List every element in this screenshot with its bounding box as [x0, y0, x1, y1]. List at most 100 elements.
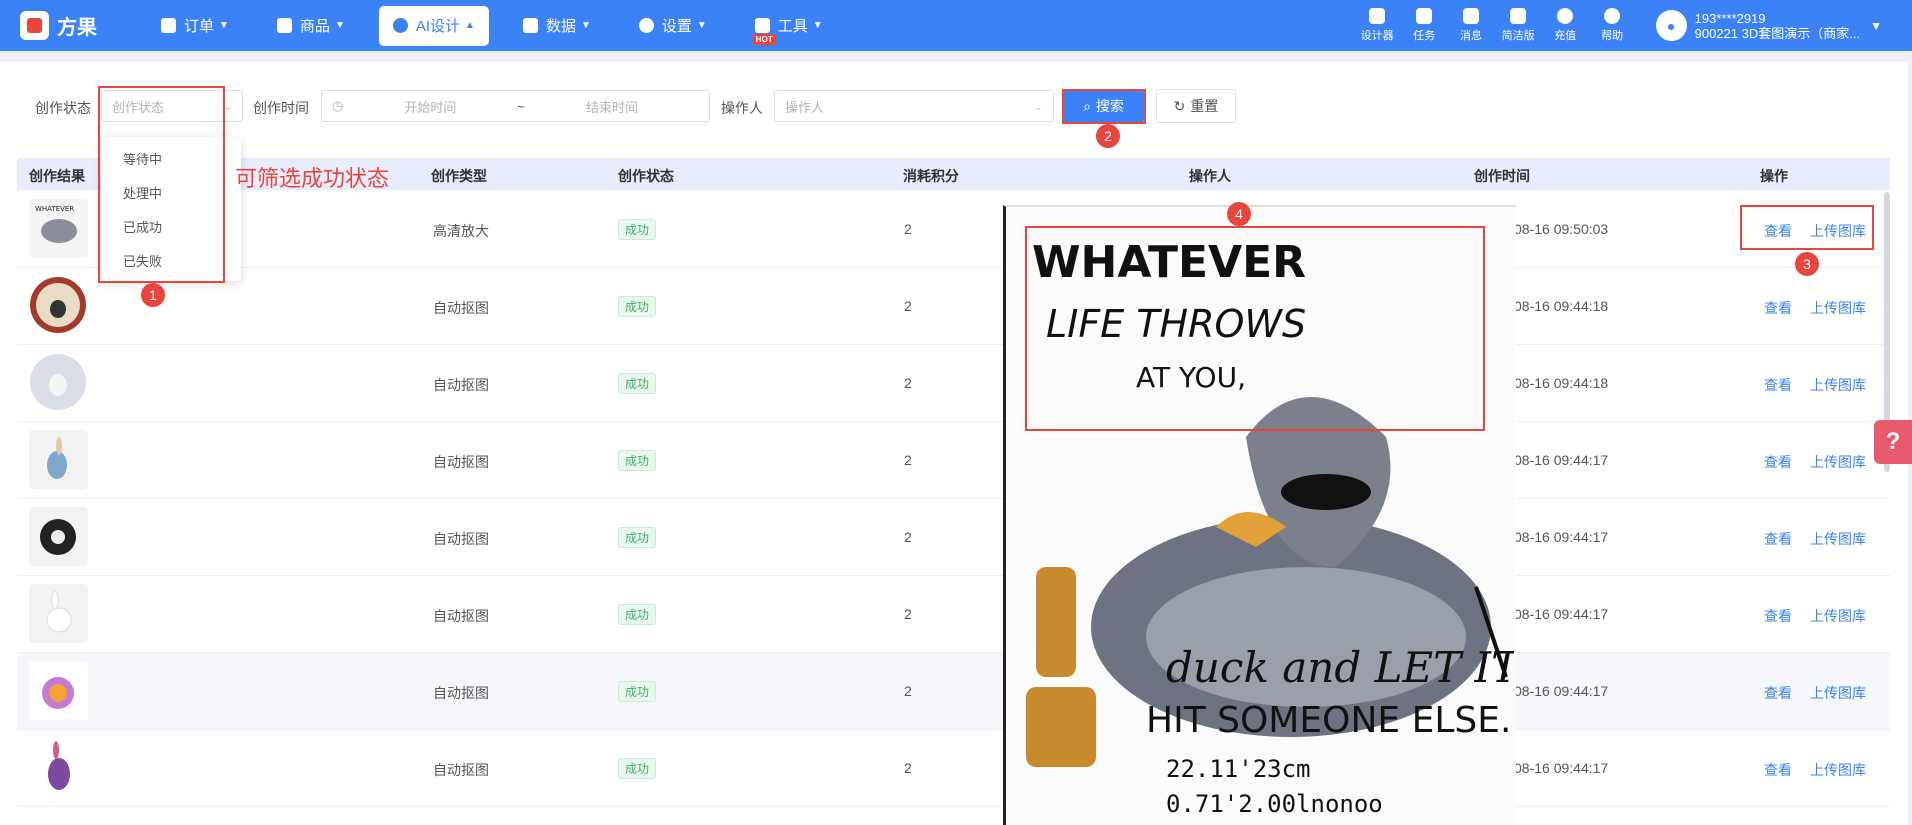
- type-cell: 自动抠图: [433, 762, 489, 778]
- time-cell: 08-16 09:44:17: [1514, 529, 1609, 545]
- preview-line-5: HIT SOMEONE ELSE.: [1146, 700, 1511, 741]
- tool-simple-mode[interactable]: 简洁版: [1495, 8, 1542, 43]
- result-thumbnail[interactable]: [29, 661, 88, 720]
- type-cell: 自动抠图: [433, 300, 489, 316]
- tool-label: 简洁版: [1501, 30, 1535, 42]
- result-thumbnail[interactable]: WHATEVER: [29, 199, 88, 258]
- tool-label: 消息: [1460, 30, 1483, 42]
- upload-gallery-link[interactable]: 上传图库: [1810, 375, 1866, 395]
- view-link[interactable]: 查看: [1764, 760, 1792, 780]
- upload-gallery-link[interactable]: 上传图库: [1810, 760, 1866, 780]
- gear-icon: [392, 18, 408, 33]
- time-cell: 08-16 09:44:18: [1514, 298, 1609, 314]
- nav-products[interactable]: 商品 ▼: [263, 6, 359, 46]
- view-link[interactable]: 查看: [1764, 452, 1792, 472]
- tool-messages[interactable]: 消息: [1448, 8, 1495, 43]
- nav-ai-design[interactable]: AI设计 ▲: [378, 5, 489, 46]
- avatar: ●: [1655, 10, 1687, 41]
- type-cell: 自动抠图: [433, 454, 489, 470]
- clock-icon: ◷: [332, 98, 344, 113]
- table-row: 自动抠图 成功 2 查看 上传图库: [17, 576, 1890, 653]
- result-thumbnail[interactable]: [29, 430, 88, 489]
- time-cell: 08-16 09:44:18: [1514, 375, 1609, 391]
- caret-down-icon: ▼: [219, 20, 229, 31]
- operator-select[interactable]: 操作人 ⌄: [774, 90, 1054, 122]
- header-operator: 操作人: [1189, 168, 1231, 184]
- time-label: 创作时间: [253, 100, 309, 116]
- brand[interactable]: 方果: [20, 11, 97, 40]
- tool-label: 充值: [1554, 30, 1577, 42]
- type-cell: 自动抠图: [433, 531, 489, 547]
- nav-data[interactable]: 数据 ▼: [509, 6, 605, 46]
- table-body: WHATEVER 高清放大 成功 2 查看 上传图库 自动抠图 成功 2 查看 …: [17, 191, 1890, 825]
- nav-orders[interactable]: 订单 ▼: [147, 6, 243, 46]
- view-link[interactable]: 查看: [1764, 529, 1792, 549]
- time-cell: 08-16 09:50:03: [1514, 221, 1609, 237]
- user-phone: 193****2919: [1694, 10, 1766, 26]
- result-thumbnail[interactable]: [29, 738, 88, 797]
- time-cell: 08-16 09:44:17: [1514, 683, 1609, 699]
- result-thumbnail[interactable]: [29, 276, 88, 335]
- svg-text:WHATEVER: WHATEVER: [35, 205, 74, 213]
- nav-tools[interactable]: HOT 工具 ▼: [741, 6, 837, 46]
- type-cell: 高清放大: [433, 223, 489, 239]
- date-range-picker[interactable]: ◷ 开始时间 ~ 结束时间: [321, 90, 710, 122]
- nav-label: 设置: [661, 18, 692, 35]
- header-points: 消耗积分: [903, 168, 959, 184]
- bag-icon: [276, 18, 292, 33]
- caret-down-icon: ▼: [334, 20, 345, 31]
- caret-down-icon: ▼: [580, 20, 591, 31]
- caret-down-icon: ▼: [812, 20, 823, 31]
- header-type: 创作类型: [431, 168, 487, 184]
- help-float-button[interactable]: ?: [1874, 420, 1912, 464]
- time-cell: 08-16 09:44:17: [1514, 606, 1609, 622]
- upload-gallery-link[interactable]: 上传图库: [1810, 298, 1866, 318]
- upload-gallery-link[interactable]: 上传图库: [1810, 529, 1866, 549]
- question-icon: [1604, 8, 1621, 24]
- brand-name: 方果: [57, 17, 97, 39]
- nav-settings[interactable]: 设置 ▼: [625, 6, 721, 46]
- annotation-box-3: [1740, 205, 1874, 250]
- user-account: 900221 3D套图演示（商家...: [1694, 25, 1861, 41]
- gear-icon: [638, 18, 654, 33]
- tool-recharge[interactable]: 充值: [1542, 8, 1589, 43]
- end-time-input[interactable]: 结束时间: [586, 97, 638, 116]
- start-time-input[interactable]: 开始时间: [404, 97, 456, 116]
- status-badge: 成功: [618, 527, 657, 548]
- status-badge: 成功: [618, 758, 657, 779]
- status-label: 创作状态: [35, 100, 91, 116]
- result-thumbnail[interactable]: [29, 507, 88, 566]
- tool-label: 设计器: [1360, 30, 1394, 42]
- tool-help[interactable]: 帮助: [1589, 8, 1636, 43]
- points-cell: 2: [904, 298, 912, 314]
- caret-down-icon: ▼: [696, 20, 707, 31]
- points-cell: 2: [904, 375, 912, 391]
- hot-badge: HOT: [752, 33, 776, 45]
- view-link[interactable]: 查看: [1764, 375, 1792, 395]
- status-badge: 成功: [618, 219, 657, 240]
- status-badge: 成功: [618, 604, 657, 625]
- tool-tasks[interactable]: 任务: [1401, 8, 1448, 43]
- reset-button[interactable]: ↻ 重置: [1156, 89, 1236, 123]
- chat-icon: [1463, 8, 1480, 24]
- tool-designer[interactable]: 设计器: [1354, 8, 1401, 43]
- upload-gallery-link[interactable]: 上传图库: [1810, 606, 1866, 626]
- view-link[interactable]: 查看: [1764, 298, 1792, 318]
- preview-line-6: 22.11'23cm: [1166, 755, 1311, 783]
- upload-gallery-link[interactable]: 上传图库: [1810, 683, 1866, 703]
- result-thumbnail[interactable]: [29, 584, 88, 643]
- refresh-icon: ↻: [1173, 97, 1186, 114]
- view-link[interactable]: 查看: [1764, 683, 1792, 703]
- table-row: 自动抠图 成功 2 查看 上传图库: [17, 653, 1890, 730]
- grid-icon: [1416, 8, 1433, 24]
- nav-label: 订单: [184, 18, 215, 35]
- result-thumbnail[interactable]: [29, 353, 88, 412]
- status-badge: 成功: [618, 681, 657, 702]
- type-cell: 自动抠图: [433, 377, 489, 393]
- upload-gallery-link[interactable]: 上传图库: [1810, 452, 1866, 472]
- top-tools: 设计器 任务 消息 简洁版 充值 帮助 ● 193****2919 900221…: [1354, 0, 1912, 51]
- user-menu[interactable]: ● 193****2919 900221 3D套图演示（商家... ▼: [1655, 10, 1882, 41]
- image-icon: [1369, 8, 1386, 24]
- view-link[interactable]: 查看: [1764, 606, 1792, 626]
- points-cell: 2: [904, 606, 912, 622]
